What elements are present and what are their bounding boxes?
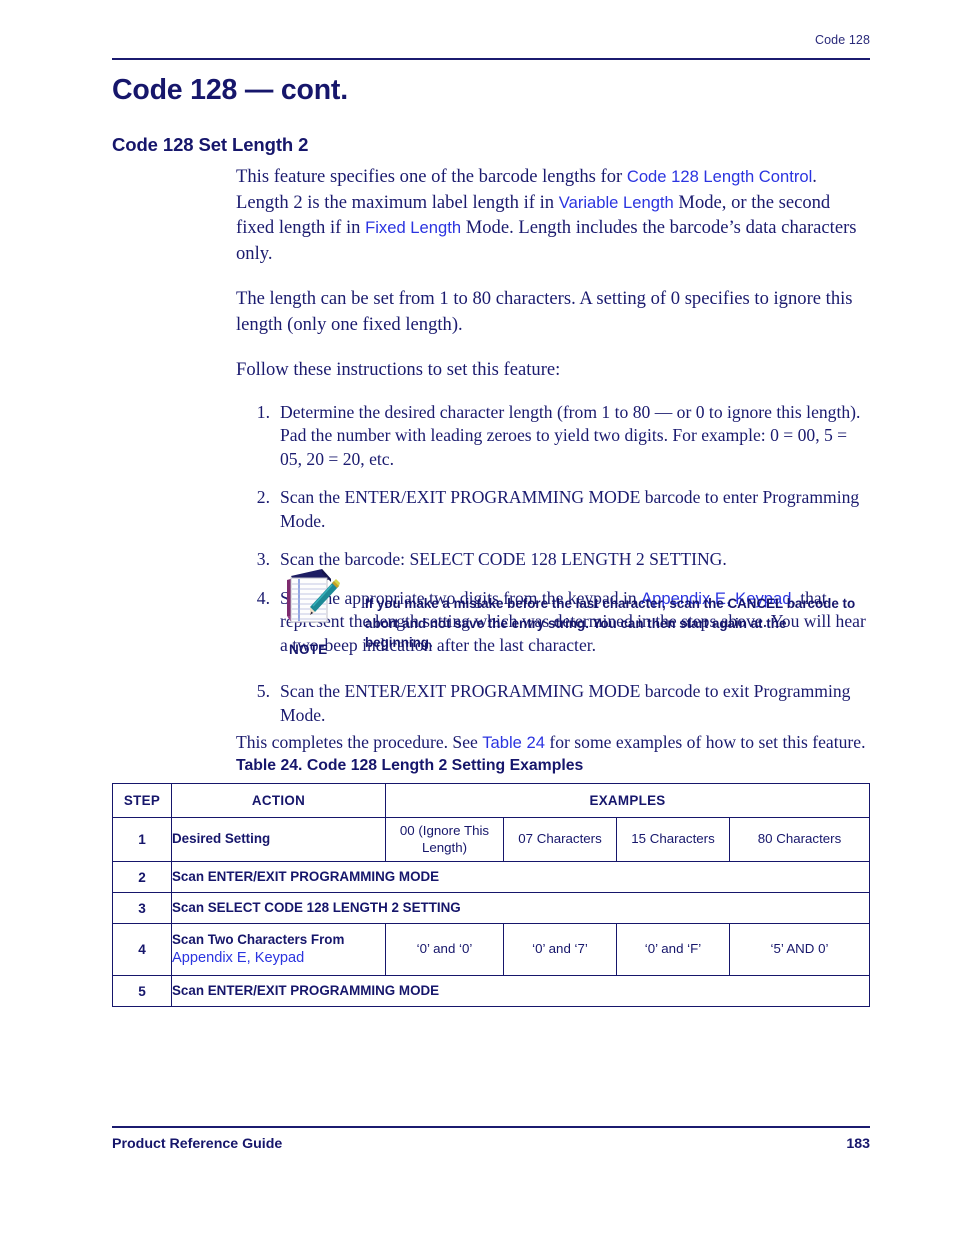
- link-fixed-length[interactable]: Fixed Length: [365, 218, 461, 237]
- footer-divider: [112, 1126, 870, 1128]
- cell-action: Scan Two Characters From Appendix E, Key…: [171, 923, 386, 976]
- intro-text-a: This feature specifies one of the barcod…: [236, 166, 627, 187]
- step-text: Scan the ENTER/EXIT PROGRAMMING MODE bar…: [280, 487, 860, 531]
- link-table-24[interactable]: Table 24: [482, 733, 545, 752]
- instructions-lead: Follow these instructions to set this fe…: [236, 359, 561, 380]
- steps-tail: 5. Scan the ENTER/EXIT PROGRAMMING MODE …: [236, 680, 876, 755]
- cell-action: Scan ENTER/EXIT PROGRAMMING MODE: [171, 861, 870, 893]
- list-item: 5. Scan the ENTER/EXIT PROGRAMMING MODE …: [236, 680, 876, 727]
- table-row: 3 Scan SELECT CODE 128 LENGTH 2 SETTING: [112, 892, 870, 924]
- instruction-steps-continued: 5. Scan the ENTER/EXIT PROGRAMMING MODE …: [236, 680, 876, 727]
- step-number: 4.: [256, 587, 270, 608]
- link-variable-length[interactable]: Variable Length: [559, 193, 674, 212]
- cell-action: Scan ENTER/EXIT PROGRAMMING MODE: [171, 975, 870, 1007]
- completion-text-a: This completes the procedure. See: [236, 732, 483, 752]
- cell-step: 4: [112, 923, 172, 976]
- cell-example: 15 Characters: [616, 817, 730, 862]
- length-range-paragraph: The length can be set from 1 to 80 chara…: [236, 288, 853, 335]
- step-text: Determine the desired character length (…: [280, 401, 861, 469]
- table-caption: Table 24. Code 128 Length 2 Setting Exam…: [236, 757, 584, 774]
- table-row: 4 Scan Two Characters From Appendix E, K…: [112, 923, 870, 976]
- page-number: 183: [846, 1136, 870, 1152]
- cell-example: 00 (Ignore This Length): [385, 817, 504, 862]
- table-row: 5 Scan ENTER/EXIT PROGRAMMING MODE: [112, 975, 870, 1007]
- step-text: Scan the ENTER/EXIT PROGRAMMING MODE bar…: [280, 681, 851, 725]
- step-number: 3.: [256, 549, 270, 569]
- cell-example: ‘0’ and ‘F’: [616, 923, 730, 976]
- table-row: 1 Desired Setting 00 (Ignore This Length…: [112, 817, 870, 862]
- cell-example: 80 Characters: [729, 817, 870, 862]
- document-page: Code 128 Code 128 — cont. Code 128 Set L…: [0, 0, 954, 1235]
- completion-paragraph: This completes the procedure. See Table …: [236, 731, 876, 755]
- completion-text-b: for some examples of how to set this fea…: [544, 732, 866, 752]
- cell-step: 5: [112, 975, 172, 1007]
- header-divider: [112, 58, 870, 60]
- cell-action: Desired Setting: [171, 817, 386, 862]
- cell-step: 1: [112, 817, 172, 862]
- column-header-step: STEP: [112, 783, 172, 818]
- intro-paragraph: This feature specifies one of the barcod…: [236, 164, 870, 266]
- cell-action-label: Scan Two Characters From: [172, 931, 345, 947]
- section-title: Code 128 Set Length 2: [112, 134, 309, 155]
- cell-example: ‘0’ and ‘7’: [503, 923, 617, 976]
- note-callout: NOTE If you make a mistake before the la…: [278, 566, 870, 666]
- cell-step: 3: [112, 892, 172, 924]
- footer-title: Product Reference Guide: [112, 1136, 283, 1152]
- column-header-examples: EXAMPLES: [385, 783, 870, 818]
- cell-example: 07 Characters: [503, 817, 617, 862]
- page-title: Code 128 — cont.: [112, 74, 348, 106]
- table-header-row: STEP ACTION EXAMPLES: [112, 783, 870, 818]
- running-header: Code 128: [814, 33, 870, 47]
- cell-step: 2: [112, 861, 172, 893]
- table-row: 2 Scan ENTER/EXIT PROGRAMMING MODE: [112, 861, 870, 893]
- step-number: 1.: [256, 401, 270, 422]
- link-appendix-e-keypad-table[interactable]: Appendix E, Keypad: [172, 949, 385, 968]
- list-item: 1. Determine the desired character lengt…: [236, 401, 870, 472]
- cell-action: Scan SELECT CODE 128 LENGTH 2 SETTING: [171, 892, 870, 924]
- note-text: If you make a mistake before the last ch…: [365, 596, 856, 650]
- step-number: 2.: [256, 487, 270, 507]
- step-number: 5.: [256, 681, 270, 701]
- cell-example: ‘0’ and ‘0’: [385, 923, 504, 976]
- cell-example: ‘5’ AND 0’: [729, 923, 870, 976]
- link-code-128-length-control[interactable]: Code 128 Length Control: [627, 167, 812, 186]
- notepad-pencil-icon: [278, 566, 344, 628]
- page-footer: Product Reference Guide 183: [112, 1136, 870, 1152]
- note-label: NOTE: [289, 642, 328, 657]
- examples-table: STEP ACTION EXAMPLES 1 Desired Setting 0…: [112, 783, 870, 1007]
- list-item: 2. Scan the ENTER/EXIT PROGRAMMING MODE …: [236, 486, 870, 533]
- column-header-action: ACTION: [171, 783, 386, 818]
